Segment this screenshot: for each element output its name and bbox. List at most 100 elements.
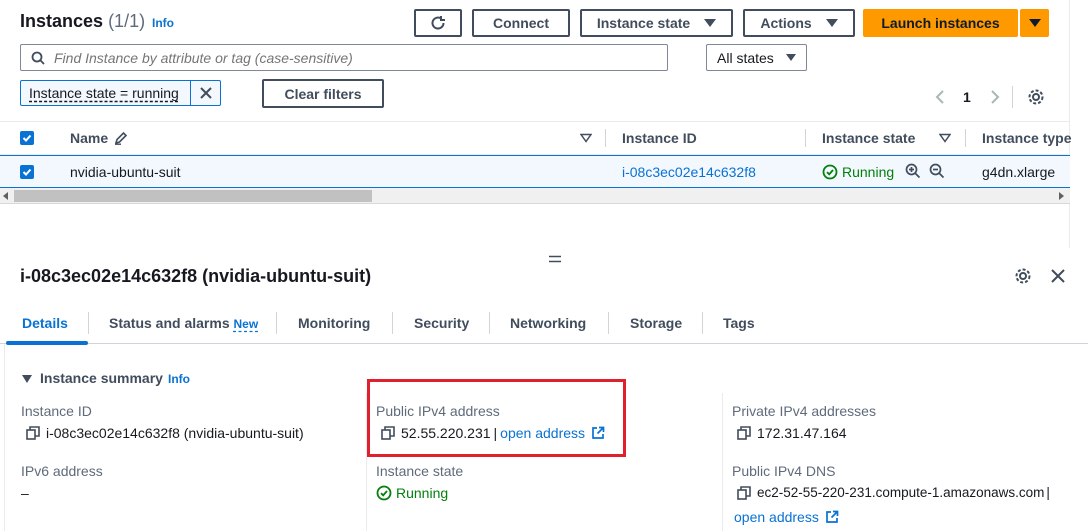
states-select[interactable]: All states bbox=[706, 44, 807, 71]
column-header-instance-id[interactable]: Instance ID bbox=[622, 130, 697, 146]
row-state: Running bbox=[842, 164, 895, 180]
zoom-in-icon[interactable] bbox=[905, 163, 921, 179]
page-title: Instances (1/1) bbox=[20, 11, 145, 32]
row-instance-type: g4dn.xlarge bbox=[982, 164, 1056, 180]
check-icon bbox=[22, 134, 32, 142]
ipv6-value: – bbox=[21, 485, 29, 501]
instance-count: (1/1) bbox=[108, 11, 146, 31]
value-separator: | bbox=[1046, 485, 1050, 500]
scrollbar-thumb[interactable] bbox=[14, 190, 372, 202]
tab-networking[interactable]: Networking bbox=[510, 315, 586, 331]
settings-gear-icon[interactable] bbox=[1027, 88, 1045, 106]
scroll-left-arrow-icon[interactable] bbox=[3, 192, 9, 200]
instance-state-label: Instance state bbox=[376, 463, 464, 479]
horizontal-scrollbar[interactable] bbox=[0, 188, 1070, 204]
zoom-out-icon[interactable] bbox=[929, 163, 945, 179]
section-title[interactable]: Instance summary bbox=[40, 370, 163, 386]
caret-down-icon bbox=[825, 19, 838, 27]
actions-label: Actions bbox=[760, 15, 812, 31]
check-icon bbox=[22, 168, 32, 176]
dns-open-address: open address bbox=[734, 509, 839, 525]
refresh-icon bbox=[431, 16, 445, 30]
sort-down-icon[interactable] bbox=[580, 133, 592, 143]
tab-tags[interactable]: Tags bbox=[723, 315, 755, 331]
search-icon bbox=[31, 51, 45, 65]
tab-divider bbox=[489, 312, 490, 334]
public-dns-text: ec2-52-55-220-231.compute-1.amazonaws.co… bbox=[757, 485, 1045, 500]
tab-status-label: Status and alarms bbox=[109, 315, 230, 331]
public-dns-value: ec2-52-55-220-231.compute-1.amazonaws.co… bbox=[737, 485, 1050, 500]
instance-state-value: Running bbox=[376, 485, 448, 501]
caret-down-icon[interactable] bbox=[22, 374, 32, 384]
private-ipv4-value: 172.31.47.164 bbox=[737, 425, 847, 441]
row-checkbox[interactable] bbox=[20, 165, 34, 179]
sort-down-icon[interactable] bbox=[939, 133, 951, 143]
tab-status-and-alarms[interactable]: Status and alarms New bbox=[109, 315, 258, 331]
caret-down-icon bbox=[1028, 19, 1041, 27]
header-info-link[interactable]: Info bbox=[152, 16, 174, 30]
instance-id-text: i-08c3ec02e14c632f8 (nvidia-ubuntu-suit) bbox=[46, 425, 304, 441]
copy-icon[interactable] bbox=[737, 485, 751, 500]
tab-monitoring[interactable]: Monitoring bbox=[298, 315, 370, 331]
filter-token-label[interactable]: Instance state = running bbox=[21, 81, 191, 105]
highlight-box bbox=[367, 379, 626, 457]
chevron-left-icon[interactable] bbox=[934, 89, 946, 105]
launch-instances-button[interactable]: Launch instances bbox=[863, 9, 1018, 37]
page-number[interactable]: 1 bbox=[963, 89, 971, 105]
dns-open-address-link[interactable]: open address bbox=[734, 509, 819, 525]
row-name: nvidia-ubuntu-suit bbox=[70, 164, 181, 180]
remove-filter-button[interactable] bbox=[191, 86, 220, 100]
new-badge: New bbox=[233, 317, 259, 331]
drag-handle-icon[interactable] bbox=[549, 255, 561, 263]
success-check-icon bbox=[822, 164, 838, 180]
close-icon[interactable] bbox=[1050, 268, 1066, 284]
public-dns-label: Public IPv4 DNS bbox=[732, 463, 836, 479]
instance-id-value: i-08c3ec02e14c632f8 (nvidia-ubuntu-suit) bbox=[26, 425, 304, 441]
search-input[interactable] bbox=[54, 49, 654, 66]
instance-state-dropdown[interactable]: Instance state bbox=[580, 9, 733, 37]
external-link-icon[interactable] bbox=[825, 510, 839, 524]
column-header-instance-state[interactable]: Instance state bbox=[822, 130, 915, 146]
tab-details[interactable]: Details bbox=[22, 315, 68, 331]
tab-divider bbox=[608, 312, 609, 334]
section-info-link[interactable]: Info bbox=[168, 372, 190, 386]
tab-divider bbox=[276, 312, 277, 334]
private-ipv4-text: 172.31.47.164 bbox=[757, 425, 847, 441]
chevron-right-icon[interactable] bbox=[989, 89, 1001, 105]
column-resizer[interactable] bbox=[605, 129, 606, 147]
tab-storage[interactable]: Storage bbox=[630, 315, 682, 331]
tab-divider bbox=[702, 312, 703, 334]
scroll-right-arrow-icon[interactable] bbox=[1058, 192, 1064, 200]
caret-down-icon bbox=[786, 54, 796, 61]
tab-security[interactable]: Security bbox=[414, 315, 469, 331]
page-title-text: Instances bbox=[20, 11, 104, 31]
instance-state-label: Instance state bbox=[596, 15, 691, 31]
states-select-value: All states bbox=[717, 49, 774, 66]
launch-options-dropdown[interactable] bbox=[1020, 9, 1049, 37]
column-header-name[interactable]: Name bbox=[70, 130, 108, 146]
settings-gear-icon[interactable] bbox=[1014, 267, 1032, 285]
tab-divider bbox=[88, 312, 89, 334]
search-box[interactable] bbox=[20, 44, 668, 71]
panel-splitter[interactable] bbox=[0, 248, 1088, 252]
tab-divider bbox=[392, 312, 393, 334]
instance-id-label: Instance ID bbox=[21, 403, 92, 419]
select-all-checkbox[interactable] bbox=[20, 131, 34, 145]
success-check-icon bbox=[376, 485, 392, 501]
column-divider bbox=[722, 393, 723, 531]
ipv6-label: IPv6 address bbox=[21, 463, 103, 479]
filter-token[interactable]: Instance state = running bbox=[20, 80, 221, 106]
column-resizer[interactable] bbox=[965, 129, 966, 147]
pagination-divider bbox=[1012, 86, 1013, 108]
copy-icon[interactable] bbox=[737, 426, 751, 440]
refresh-button[interactable] bbox=[414, 9, 462, 37]
connect-button[interactable]: Connect bbox=[472, 9, 570, 37]
edit-pencil-icon bbox=[114, 131, 128, 145]
copy-icon[interactable] bbox=[26, 426, 40, 440]
column-resizer[interactable] bbox=[805, 129, 806, 147]
details-title: i-08c3ec02e14c632f8 (nvidia-ubuntu-suit) bbox=[20, 266, 372, 286]
row-instance-id-link[interactable]: i-08c3ec02e14c632f8 bbox=[622, 164, 756, 180]
actions-dropdown[interactable]: Actions bbox=[743, 9, 855, 37]
column-header-instance-type[interactable]: Instance type bbox=[982, 130, 1071, 146]
clear-filters-button[interactable]: Clear filters bbox=[262, 79, 384, 108]
